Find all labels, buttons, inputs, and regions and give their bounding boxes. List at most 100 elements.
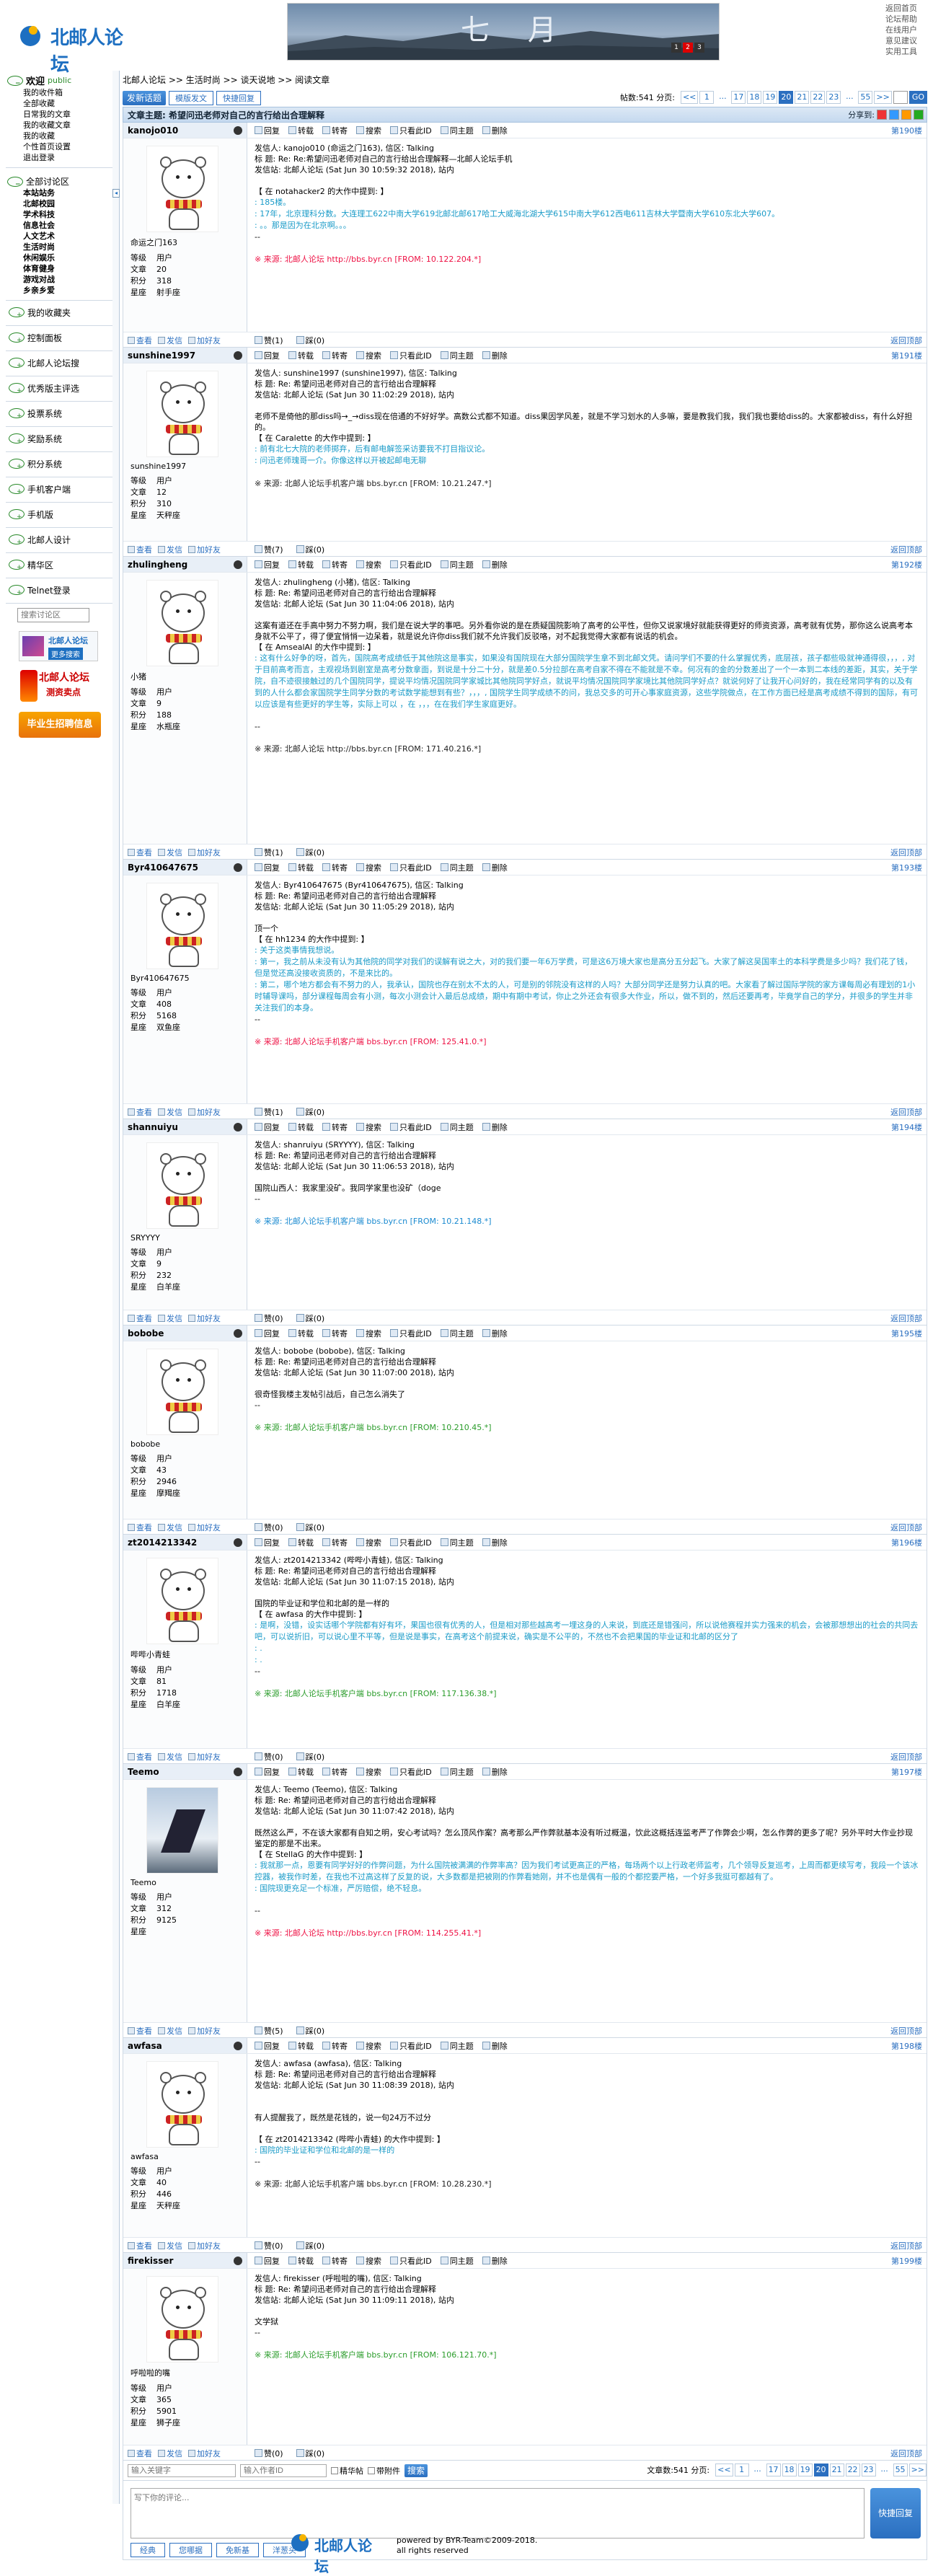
author-id[interactable]: Teemo	[128, 1767, 159, 1777]
same-topic-button[interactable]: 同主题	[440, 1121, 474, 1133]
post-floor[interactable]: 第199楼	[891, 2255, 927, 2267]
page-last[interactable]: >>	[908, 2463, 927, 2476]
delete-button[interactable]: 删除	[482, 350, 508, 361]
only-this-id-button[interactable]: 只看此ID	[390, 1766, 432, 1778]
expand-icon[interactable]: +	[9, 534, 25, 546]
expand-icon[interactable]: +	[9, 408, 25, 420]
page-go-button[interactable]: GO	[908, 91, 927, 104]
top-link-home[interactable]: 返回首页	[885, 3, 926, 14]
banner-page-2[interactable]: 2	[683, 43, 693, 53]
sidebar-item-favorites-all[interactable]: 全部收藏	[7, 98, 112, 109]
sidebar-item-my-favorites[interactable]: 我的收藏	[7, 131, 112, 141]
section-leisure[interactable]: 休闲娱乐	[7, 252, 112, 263]
tread-button[interactable]: 踩(0)	[296, 335, 324, 346]
view-profile-button[interactable]: 查看	[128, 1313, 152, 1324]
send-message-button[interactable]: 发信	[158, 335, 182, 346]
avatar[interactable]	[146, 1787, 218, 1874]
page-link[interactable]: 1	[699, 91, 715, 104]
tread-button[interactable]: 踩(0)	[296, 2240, 324, 2251]
checkbox-icon[interactable]	[331, 2466, 338, 2474]
page-link[interactable]: 18	[782, 2463, 797, 2476]
page-first[interactable]: <<	[680, 91, 699, 104]
sidebar-item-home-settings[interactable]: 个性首页设置	[7, 141, 112, 152]
add-friend-button[interactable]: 加好友	[188, 335, 221, 346]
breadcrumb[interactable]: 北邮人论坛 >> 生活时尚 >> 谈天说地 >> 阅读文章	[123, 71, 927, 89]
praise-button[interactable]: 赞(0)	[255, 2240, 283, 2251]
forward-button[interactable]: 转寄	[322, 862, 348, 873]
section-campus[interactable]: 北邮校园	[7, 198, 112, 209]
sidebar-entry-vote[interactable]: 投票系统	[27, 407, 62, 420]
share-wechat-icon[interactable]	[914, 110, 924, 120]
sidebar-entry-reward[interactable]: 奖励系统	[27, 433, 62, 445]
expand-icon[interactable]: +	[9, 509, 25, 521]
repost-button[interactable]: 转载	[288, 1537, 314, 1548]
section-site[interactable]: 本站站务	[7, 188, 112, 198]
page-link[interactable]: 17	[766, 2463, 781, 2476]
avatar[interactable]	[146, 1349, 218, 1435]
send-message-button[interactable]: 发信	[158, 544, 182, 555]
sidebar-divider[interactable]: ◂	[112, 71, 120, 2504]
delete-button[interactable]: 删除	[482, 2040, 508, 2052]
post-author[interactable]: Teemo	[123, 1764, 247, 1779]
expand-icon[interactable]: +	[9, 358, 25, 369]
checkbox-icon[interactable]	[368, 2466, 375, 2474]
repost-button[interactable]: 转载	[288, 1121, 314, 1133]
search-button[interactable]: 搜索	[356, 1121, 381, 1133]
tread-button[interactable]: 踩(0)	[296, 1106, 324, 1118]
template-post-button[interactable]: 模版发文	[169, 91, 214, 105]
add-friend-button[interactable]: 加好友	[188, 2240, 221, 2251]
tread-button[interactable]: 踩(0)	[296, 1751, 324, 1763]
top-link-tools[interactable]: 实用工具	[885, 46, 926, 57]
send-message-button[interactable]: 发信	[158, 2448, 182, 2459]
praise-button[interactable]: 赞(0)	[255, 1751, 283, 1763]
post-author[interactable]: bobobe	[123, 1326, 247, 1341]
back-to-top-link[interactable]: 返回顶部	[890, 335, 927, 346]
same-topic-button[interactable]: 同主题	[440, 125, 474, 136]
back-to-top-link[interactable]: 返回顶部	[890, 2448, 927, 2459]
reply-button[interactable]: 回复	[255, 862, 280, 873]
praise-button[interactable]: 赞(0)	[255, 2448, 283, 2459]
back-to-top-link[interactable]: 返回顶部	[890, 2240, 927, 2251]
post-author[interactable]: sunshine1997	[123, 348, 247, 363]
search-button[interactable]: 搜索	[356, 125, 381, 136]
author-id[interactable]: firekisser	[128, 2256, 173, 2266]
add-friend-button[interactable]: 加好友	[188, 2025, 221, 2037]
page-link[interactable]: 55	[893, 2463, 908, 2476]
section-arts[interactable]: 人文艺术	[7, 231, 112, 242]
sidebar-ad-test[interactable]: 北邮人论坛 测资卖点	[20, 669, 100, 706]
search-button[interactable]: 搜索	[356, 1766, 381, 1778]
author-id[interactable]: Byr410647675	[128, 863, 198, 873]
page-link[interactable]: 22	[845, 2463, 860, 2476]
same-topic-button[interactable]: 同主题	[440, 862, 474, 873]
repost-button[interactable]: 转载	[288, 2255, 314, 2267]
page-current[interactable]: 20	[779, 91, 794, 104]
reply-button[interactable]: 回复	[255, 2040, 280, 2052]
reply-button[interactable]: 回复	[255, 350, 280, 361]
sidebar-entry-control-panel[interactable]: 控制面板	[27, 332, 62, 344]
same-topic-button[interactable]: 同主题	[440, 1766, 474, 1778]
search-button[interactable]: 搜索	[356, 559, 381, 570]
sidebar-entry-mobile[interactable]: 手机版	[27, 508, 53, 521]
search-button[interactable]: 搜索	[356, 1328, 381, 1339]
sidebar-ad-jobs[interactable]: 毕业生招聘信息	[19, 712, 101, 738]
avatar[interactable]	[146, 146, 218, 232]
section-sports[interactable]: 体育健身	[7, 263, 112, 274]
sidebar-entry-search[interactable]: 北邮人论坛搜	[27, 357, 79, 369]
back-to-top-link[interactable]: 返回顶部	[890, 1106, 927, 1118]
page-link[interactable]: 1	[734, 2463, 749, 2476]
back-to-top-link[interactable]: 返回顶部	[890, 847, 927, 858]
page-current[interactable]: 20	[813, 2463, 828, 2476]
section-hometown[interactable]: 乡亲乡爱	[7, 285, 112, 296]
add-friend-button[interactable]: 加好友	[188, 544, 221, 555]
sidebar-entry-digest[interactable]: 精华区	[27, 559, 53, 571]
banner-page-3[interactable]: 3	[694, 43, 704, 53]
delete-button[interactable]: 删除	[482, 1766, 508, 1778]
delete-button[interactable]: 删除	[482, 862, 508, 873]
top-link-help[interactable]: 论坛帮助	[885, 14, 926, 25]
post-floor[interactable]: 第197楼	[891, 1766, 927, 1778]
page-link[interactable]: 19	[797, 2463, 813, 2476]
back-to-top-link[interactable]: 返回顶部	[890, 1313, 927, 1324]
page-link[interactable]: 19	[763, 91, 778, 104]
ad-button[interactable]: 更多搜索	[48, 648, 83, 660]
tread-button[interactable]: 踩(0)	[296, 2025, 324, 2037]
